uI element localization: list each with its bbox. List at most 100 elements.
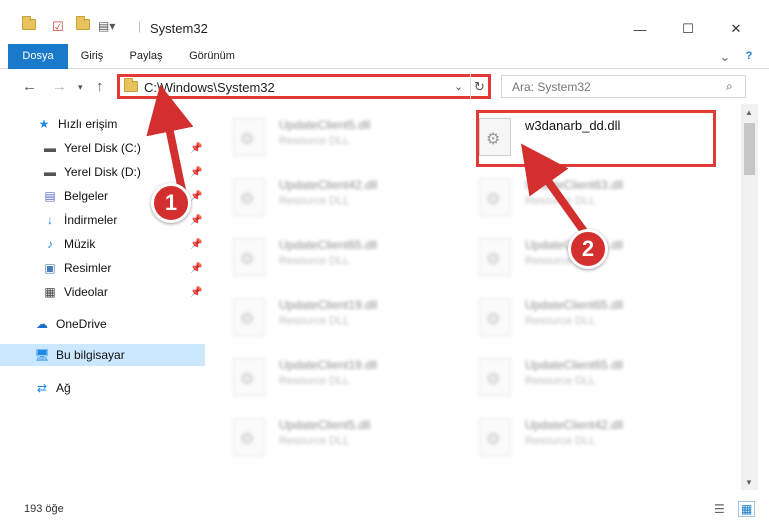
- nav-label: Resimler: [64, 261, 112, 275]
- pictures-icon: ▣: [44, 261, 56, 275]
- dll-file-icon: [233, 358, 265, 396]
- file-name: UpdateClient63.dll: [525, 178, 624, 192]
- list-item[interactable]: UpdateClient65.dll Resource DLL: [205, 232, 435, 282]
- vertical-scrollbar[interactable]: ▲ ▼: [741, 104, 758, 490]
- star-icon: ★: [38, 117, 50, 131]
- close-button[interactable]: ✕: [713, 19, 759, 39]
- computer-icon: 🖥: [34, 348, 50, 362]
- list-item[interactable]: UpdateClient5.dll Resource DLL: [205, 412, 435, 462]
- nav-network[interactable]: ⇄ Ağ: [0, 377, 205, 399]
- documents-icon: ▤: [44, 189, 56, 203]
- dll-file-icon: [479, 418, 511, 456]
- minimize-button[interactable]: —: [617, 19, 663, 39]
- details-view-icon[interactable]: ☰: [714, 502, 725, 516]
- forward-icon[interactable]: →: [52, 78, 67, 95]
- pin-icon: 📌: [190, 238, 203, 250]
- maximize-button[interactable]: ☐: [665, 19, 711, 39]
- file-type: Resource DLL: [525, 375, 596, 387]
- file-name: UpdateClient5.dll: [279, 118, 371, 132]
- network-icon: ⇄: [36, 381, 48, 395]
- list-item[interactable]: UpdateClient42.dll Resource DLL: [451, 412, 681, 462]
- dll-file-icon: [233, 118, 265, 156]
- dll-file-icon: [479, 358, 511, 396]
- help-icon[interactable]: ?: [740, 44, 758, 69]
- step-badge-2: 2: [568, 229, 608, 269]
- file-type: Resource DLL: [525, 435, 596, 447]
- search-icon: ⌕: [726, 79, 733, 93]
- address-divider: [470, 74, 471, 99]
- up-icon[interactable]: ↑: [96, 78, 104, 95]
- nav-onedrive[interactable]: ☁ OneDrive: [0, 313, 205, 335]
- tab-file[interactable]: Dosya: [8, 44, 68, 69]
- list-item[interactable]: UpdateClient65.dll Resource DLL: [451, 352, 681, 402]
- pin-icon: 📌: [190, 214, 203, 226]
- back-icon[interactable]: ←: [22, 78, 37, 95]
- list-item[interactable]: UpdateClient65.dll Resource DLL: [451, 292, 681, 342]
- navigation-pane: ★ Hızlı erişim ▬ Yerel Disk (C:) 📌 ▬ Yer…: [0, 104, 205, 490]
- dll-file-icon: [233, 298, 265, 336]
- file-name: UpdateClient42.dll: [279, 178, 378, 192]
- address-path: C:\Windows\System32: [144, 80, 275, 95]
- dll-file-icon: [233, 178, 265, 216]
- nav-local-disk-c[interactable]: ▬ Yerel Disk (C:) 📌: [0, 137, 205, 159]
- list-item[interactable]: UpdateClient42.dll Resource DLL: [451, 232, 681, 282]
- scroll-up-icon[interactable]: ▲: [745, 108, 753, 117]
- nav-music[interactable]: ♪ Müzik 📌: [0, 233, 205, 255]
- nav-pictures[interactable]: ▣ Resimler 📌: [0, 257, 205, 279]
- list-item[interactable]: UpdateClient42.dll Resource DLL: [205, 172, 435, 222]
- tab-view[interactable]: Görünüm: [182, 44, 242, 69]
- file-type: Resource DLL: [279, 255, 350, 267]
- file-type: Resource DLL: [279, 375, 350, 387]
- status-bar: 193 öğe ☰ ▦: [0, 496, 769, 530]
- customize-quick-access-icon[interactable]: ▤▾: [98, 19, 115, 33]
- dll-file-icon: [233, 238, 265, 276]
- file-type: Resource DLL: [279, 315, 350, 327]
- list-item[interactable]: UpdateClient19.dll Resource DLL: [205, 292, 435, 342]
- scroll-down-icon[interactable]: ▼: [745, 478, 753, 487]
- file-name: UpdateClient65.dll: [279, 238, 378, 252]
- pin-icon: 📌: [190, 142, 203, 154]
- address-row: ← → ▾ ↑ C:\Windows\System32 ⌄ ↻ Ara: Sys…: [0, 70, 769, 104]
- music-icon: ♪: [47, 237, 53, 251]
- recent-locations-icon[interactable]: ▾: [78, 82, 83, 93]
- title-divider: |: [138, 19, 142, 33]
- address-dropdown-icon[interactable]: ⌄: [454, 80, 463, 93]
- list-item[interactable]: UpdateClient19.dll Resource DLL: [205, 352, 435, 402]
- nav-label: Belgeler: [64, 189, 109, 203]
- file-name: UpdateClient19.dll: [279, 358, 378, 372]
- file-name: UpdateClient65.dll: [525, 358, 624, 372]
- nav-videos[interactable]: ▦ Videolar 📌: [0, 281, 205, 303]
- nav-label: Yerel Disk (C:): [64, 141, 141, 155]
- refresh-icon[interactable]: ↻: [474, 79, 485, 95]
- scroll-thumb[interactable]: [744, 123, 755, 175]
- drive-icon: ▬: [44, 141, 56, 155]
- item-count: 193 öğe: [24, 503, 64, 515]
- nav-quick-access[interactable]: ★ Hızlı erişim: [0, 113, 205, 135]
- dll-file-icon: [479, 238, 511, 276]
- pin-icon: 📌: [190, 262, 203, 274]
- nav-label: Videolar: [64, 285, 108, 299]
- tab-share[interactable]: Paylaş: [122, 44, 170, 69]
- nav-label: Hızlı erişim: [58, 117, 118, 131]
- tab-home[interactable]: Giriş: [72, 44, 112, 69]
- tiles-view-icon[interactable]: ▦: [738, 501, 756, 517]
- nav-this-pc[interactable]: 🖥 Bu bilgisayar: [0, 344, 205, 366]
- search-input[interactable]: Ara: System32 ⌕: [501, 75, 746, 98]
- list-item[interactable]: UpdateClient63.dll Resource DLL: [451, 172, 681, 222]
- file-type: Resource DLL: [525, 195, 596, 207]
- window-title: System32: [150, 21, 208, 36]
- ribbon: Dosya Giriş Paylaş Görünüm ⌄ ?: [0, 44, 769, 69]
- list-item[interactable]: UpdateClient5.dll Resource DLL: [205, 112, 435, 162]
- step-badge-1: 1: [151, 183, 191, 223]
- nav-local-disk-d[interactable]: ▬ Yerel Disk (D:) 📌: [0, 161, 205, 183]
- pin-icon: 📌: [190, 190, 203, 202]
- onedrive-icon: ☁: [36, 317, 48, 331]
- address-bar[interactable]: C:\Windows\System32 ⌄ ↻: [117, 74, 491, 99]
- expand-ribbon-icon[interactable]: ⌄: [716, 44, 734, 69]
- videos-icon: ▦: [44, 285, 56, 299]
- pin-icon: 📌: [190, 286, 203, 298]
- file-name: UpdateClient19.dll: [279, 298, 378, 312]
- new-folder-icon[interactable]: [76, 16, 90, 30]
- file-list: UpdateClient5.dll Resource DLL UpdateCli…: [205, 104, 741, 490]
- properties-icon[interactable]: ☑: [52, 19, 64, 35]
